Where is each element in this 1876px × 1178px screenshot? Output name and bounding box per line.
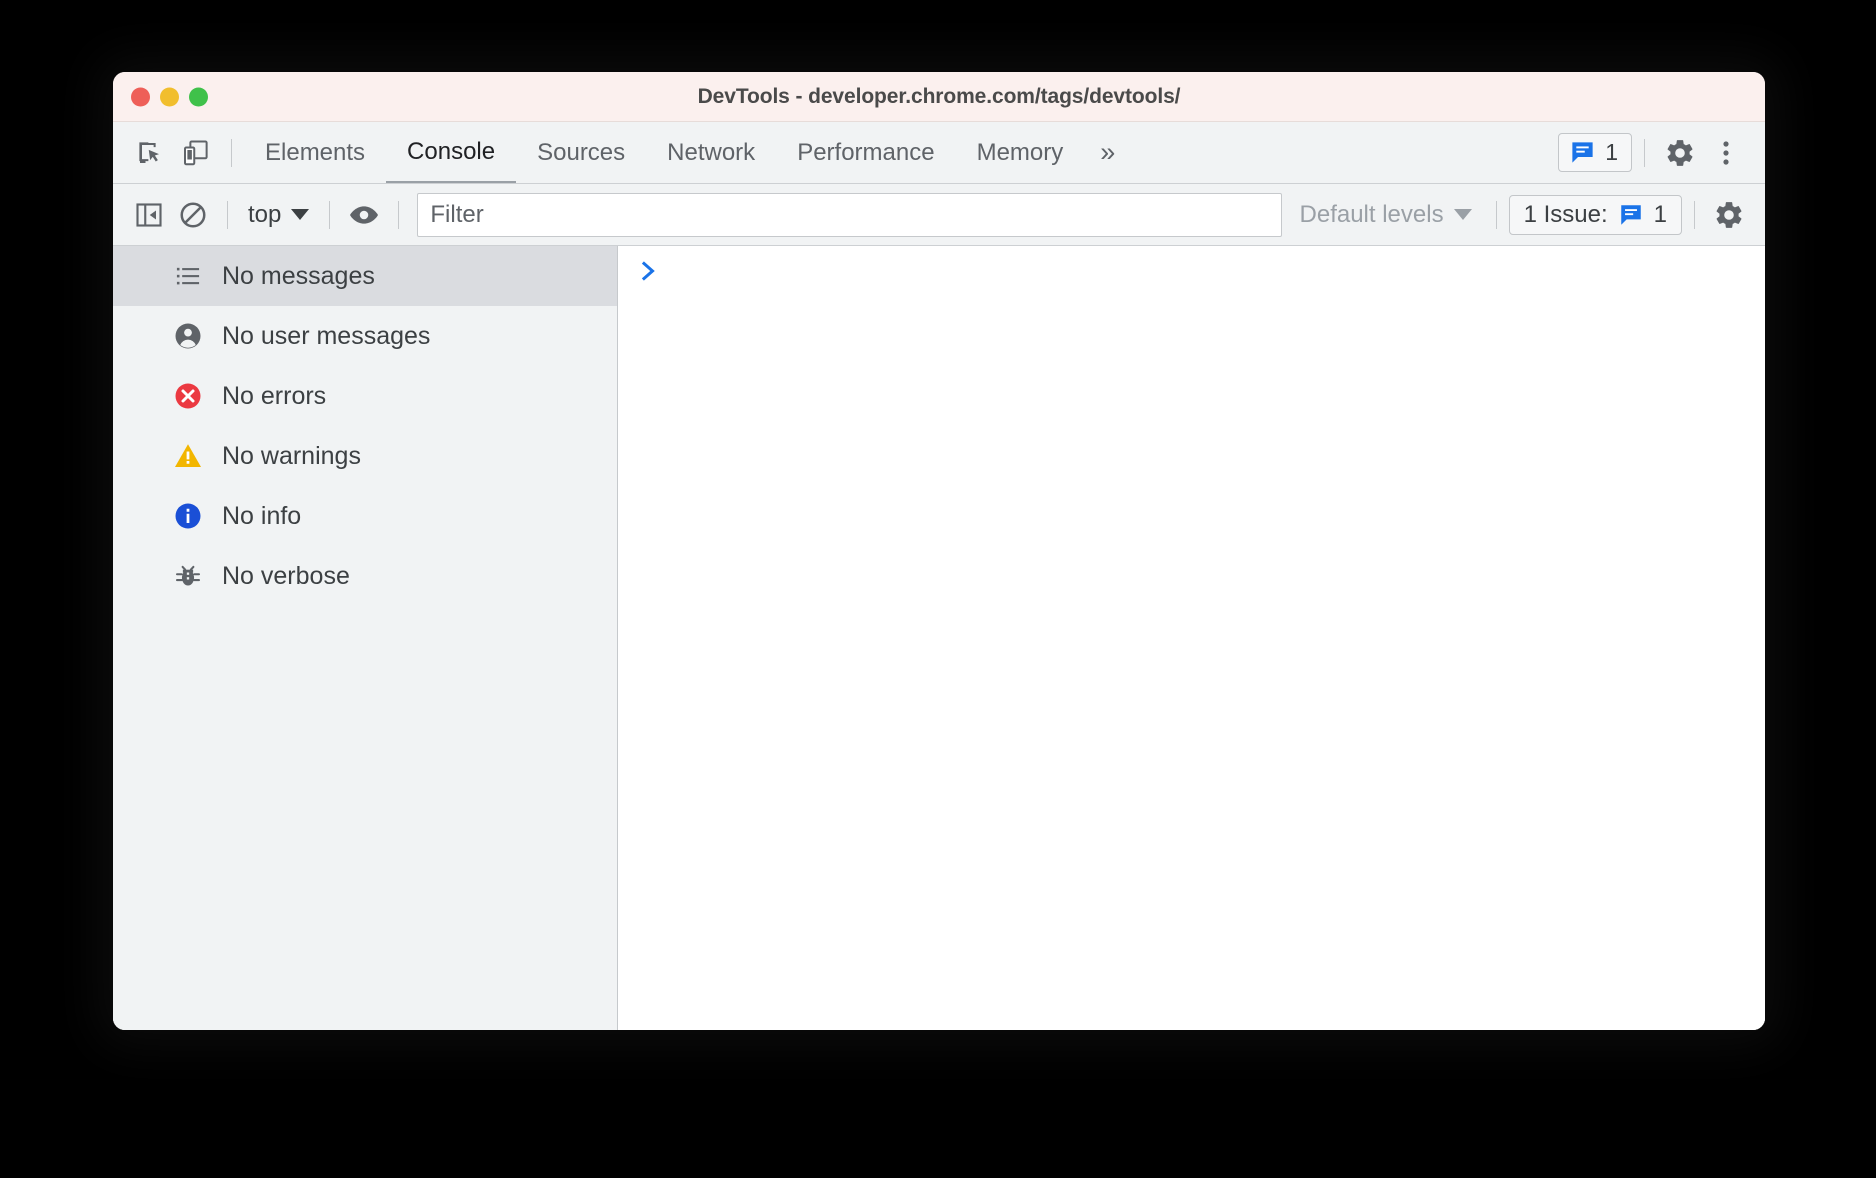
sidebar-item-warnings-label: No warnings xyxy=(222,442,361,471)
person-icon xyxy=(173,321,203,351)
clear-console-button[interactable] xyxy=(171,193,215,237)
tab-console[interactable]: Console xyxy=(386,122,516,183)
tab-performance-label: Performance xyxy=(797,139,934,167)
issues-message-icon xyxy=(1618,202,1644,228)
settings-button[interactable] xyxy=(1657,130,1703,176)
tab-performance[interactable]: Performance xyxy=(776,122,955,183)
issues-counter-button[interactable]: 1 Issue: 1 xyxy=(1509,195,1682,235)
issues-message-icon xyxy=(1569,139,1596,166)
close-button[interactable] xyxy=(131,87,150,106)
tab-sources[interactable]: Sources xyxy=(516,122,646,183)
list-icon xyxy=(173,261,203,291)
sidebar-item-messages-label: No messages xyxy=(222,262,375,291)
tab-elements[interactable]: Elements xyxy=(244,122,386,183)
console-sidebar-toggle-button[interactable] xyxy=(127,193,171,237)
clear-console-icon xyxy=(178,200,208,230)
console-toolbar-divider-1 xyxy=(227,201,228,229)
sidebar-item-verbose[interactable]: No verbose xyxy=(113,546,617,606)
tabstrip-right-actions: 1 xyxy=(1558,130,1757,176)
execution-context-selector[interactable]: top xyxy=(240,201,317,229)
window-title: DevTools - developer.chrome.com/tags/dev… xyxy=(113,85,1765,109)
tab-network[interactable]: Network xyxy=(646,122,776,183)
console-prompt-chevron-icon xyxy=(640,260,660,282)
issues-badge-button[interactable]: 1 xyxy=(1558,133,1632,172)
more-tabs-button[interactable]: » xyxy=(1084,122,1131,183)
inspect-element-button[interactable] xyxy=(127,130,173,176)
window-titlebar: DevTools - developer.chrome.com/tags/dev… xyxy=(113,72,1765,122)
console-toolbar-divider-4 xyxy=(1496,201,1497,229)
devtools-window: DevTools - developer.chrome.com/tags/dev… xyxy=(113,72,1765,1030)
log-levels-selector[interactable]: Default levels xyxy=(1288,201,1484,229)
filter-input[interactable] xyxy=(417,193,1281,237)
console-toolbar-divider-3 xyxy=(398,201,399,229)
console-body: No messages No user messages xyxy=(113,246,1765,1030)
sidebar-item-info-label: No info xyxy=(222,502,301,531)
issues-counter-count: 1 xyxy=(1654,201,1667,229)
panel-tabs: Elements Console Sources Network Perform… xyxy=(244,122,1131,183)
sidebar-item-verbose-label: No verbose xyxy=(222,562,350,591)
sidebar-item-errors[interactable]: No errors xyxy=(113,366,617,426)
tab-network-label: Network xyxy=(667,139,755,167)
screen-background: DevTools - developer.chrome.com/tags/dev… xyxy=(0,0,1876,1178)
tab-elements-label: Elements xyxy=(265,139,365,167)
console-sidebar: No messages No user messages xyxy=(113,246,618,1030)
console-prompt-row[interactable] xyxy=(618,260,1765,294)
maximize-button[interactable] xyxy=(189,87,208,106)
info-icon xyxy=(173,501,203,531)
console-message-area[interactable] xyxy=(618,246,1765,1030)
sidebar-item-warnings[interactable]: No warnings xyxy=(113,426,617,486)
console-toolbar-divider-5 xyxy=(1694,201,1695,229)
sidebar-item-user-messages[interactable]: No user messages xyxy=(113,306,617,366)
chevron-down-icon xyxy=(1454,209,1472,220)
traffic-light-buttons xyxy=(131,87,208,106)
tab-console-label: Console xyxy=(407,138,495,166)
issues-counter-label: 1 Issue: xyxy=(1524,201,1608,229)
inspect-element-icon xyxy=(135,138,165,168)
execution-context-label: top xyxy=(248,201,281,229)
live-expression-button[interactable] xyxy=(342,193,386,237)
console-settings-button[interactable] xyxy=(1707,193,1751,237)
console-toolbar: top Default levels 1 Is xyxy=(113,184,1765,246)
double-chevron-right-icon: » xyxy=(1100,139,1115,166)
tab-memory-label: Memory xyxy=(977,139,1064,167)
log-levels-label: Default levels xyxy=(1300,201,1444,229)
chevron-down-icon xyxy=(291,209,309,220)
devtools-tabstrip: Elements Console Sources Network Perform… xyxy=(113,122,1765,184)
device-toolbar-icon xyxy=(181,138,211,168)
warning-icon xyxy=(173,441,203,471)
console-toolbar-divider-2 xyxy=(329,201,330,229)
tabstrip-divider-2 xyxy=(1644,139,1645,167)
console-sidebar-toggle-icon xyxy=(134,200,164,230)
live-expression-eye-icon xyxy=(348,199,380,231)
sidebar-item-messages[interactable]: No messages xyxy=(113,246,617,306)
more-options-button[interactable] xyxy=(1703,130,1749,176)
device-toolbar-button[interactable] xyxy=(173,130,219,176)
sidebar-item-errors-label: No errors xyxy=(222,382,326,411)
bug-icon xyxy=(173,561,203,591)
tab-memory[interactable]: Memory xyxy=(956,122,1085,183)
gear-icon xyxy=(1664,137,1696,169)
sidebar-item-user-messages-label: No user messages xyxy=(222,322,430,351)
sidebar-item-info[interactable]: No info xyxy=(113,486,617,546)
minimize-button[interactable] xyxy=(160,87,179,106)
three-dot-menu-icon xyxy=(1713,138,1739,168)
tabstrip-divider-1 xyxy=(231,139,232,167)
gear-icon xyxy=(1713,199,1745,231)
tab-sources-label: Sources xyxy=(537,139,625,167)
error-icon xyxy=(173,381,203,411)
issues-badge-count: 1 xyxy=(1605,139,1618,166)
